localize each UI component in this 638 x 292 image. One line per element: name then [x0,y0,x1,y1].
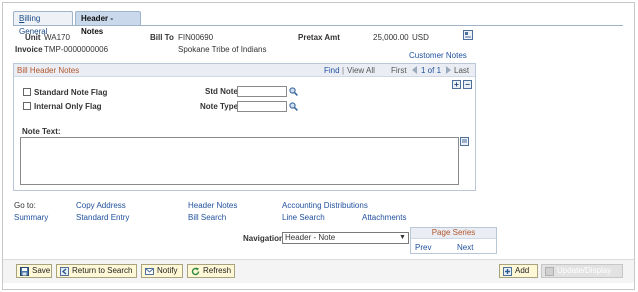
note-type-label: Note Type [200,102,239,111]
standard-note-flag-checkbox[interactable] [23,88,31,96]
expand-header-icon[interactable] [463,30,473,40]
expand-textarea-icon[interactable] [460,137,469,146]
note-text-textarea[interactable] [20,137,459,185]
return-to-search-button[interactable]: Return to Search [56,264,137,278]
note-type-lookup-icon[interactable] [289,102,298,111]
go-to-label: Go to: [14,201,36,210]
notify-icon [145,267,154,276]
bill-to-value: FIN00690 [178,33,214,42]
row-range: 1 of 1 [421,66,442,75]
line-search-link[interactable]: Line Search [282,213,325,222]
bottom-toolbar: Save Return to Search Notify Refresh Add… [3,259,634,283]
navigation-selected-value: Header - Note [285,233,336,242]
std-note-input[interactable] [237,86,287,97]
add-button-label: Add [515,266,530,275]
bill-header-notes-box: Bill Header Notes Find | View All First … [13,63,476,191]
refresh-icon [191,267,200,276]
standard-note-flag-label: Standard Note Flag [34,88,108,97]
copy-address-link[interactable]: Copy Address [76,201,126,210]
pager-separator: | [342,66,345,75]
next-arrow-icon[interactable] [445,66,451,76]
view-all-link[interactable]: View All [347,66,375,75]
navigation-label: Navigation [243,234,284,243]
invoice-label: Invoice [15,45,43,54]
first-link[interactable]: First [391,66,407,75]
refresh-button-label: Refresh [203,266,232,275]
currency-code: USD [412,33,429,42]
header-notes-link[interactable]: Header Notes [188,201,237,210]
delete-row-button[interactable]: − [463,80,472,89]
return-to-search-label: Return to Search [72,266,133,275]
tab-underline [13,25,623,26]
invoice-value: TMP-0000000006 [44,45,109,54]
refresh-button[interactable]: Refresh [187,264,235,278]
find-link[interactable]: Find [324,66,340,75]
add-button[interactable]: Add [499,264,538,278]
unit-value: WA170 [44,33,70,42]
accounting-distributions-link[interactable]: Accounting Distributions [282,201,368,210]
chevron-down-icon: ▼ [399,234,406,241]
update-display-button[interactable]: Update/Display [541,264,623,278]
navigation-select[interactable]: Header - Note ▼ [282,232,409,244]
customer-notes-link[interactable]: Customer Notes [409,51,467,60]
notes-header-bar: Bill Header Notes Find | View All First … [14,64,475,77]
prev-page-link[interactable]: Prev [415,243,431,252]
add-icon [503,267,512,276]
prev-arrow-icon[interactable] [412,66,418,76]
tab-billing-general[interactable]: Billing General [13,11,73,36]
tab-header-notes[interactable]: Header - Notes [75,11,141,36]
save-icon [20,267,29,276]
notify-button-label: Notify [157,266,178,275]
page-series-title: Page Series [411,228,496,239]
save-button-label: Save [32,266,51,275]
notes-title: Bill Header Notes [17,66,80,75]
attachments-link[interactable]: Attachments [362,213,406,222]
notify-button[interactable]: Notify [141,264,183,278]
internal-only-flag-label: Internal Only Flag [34,102,102,111]
unit-label: Unit [25,33,41,42]
std-note-lookup-icon[interactable] [289,87,298,96]
bill-search-link[interactable]: Bill Search [188,213,226,222]
note-type-input[interactable] [237,101,287,112]
pretax-amt-value: 25,000.00 [373,33,409,42]
update-display-label: Update/Display [557,266,612,275]
last-link[interactable]: Last [454,66,469,75]
standard-entry-link[interactable]: Standard Entry [76,213,129,222]
note-text-label: Note Text: [22,127,61,136]
internal-only-flag-checkbox[interactable] [23,102,31,110]
page-series-box: Page Series Prev Next [410,227,497,254]
save-button[interactable]: Save [16,264,52,278]
customer-name: Spokane Tribe of Indians [178,45,267,54]
summary-link[interactable]: Summary [14,213,48,222]
return-arrow-icon [60,267,69,276]
next-page-link[interactable]: Next [457,243,473,252]
add-row-button[interactable]: + [452,80,461,89]
pretax-amt-label: Pretax Amt [298,33,340,42]
bill-to-label: Bill To [150,33,174,42]
update-display-icon [545,267,554,276]
std-note-label: Std Note [205,87,238,96]
